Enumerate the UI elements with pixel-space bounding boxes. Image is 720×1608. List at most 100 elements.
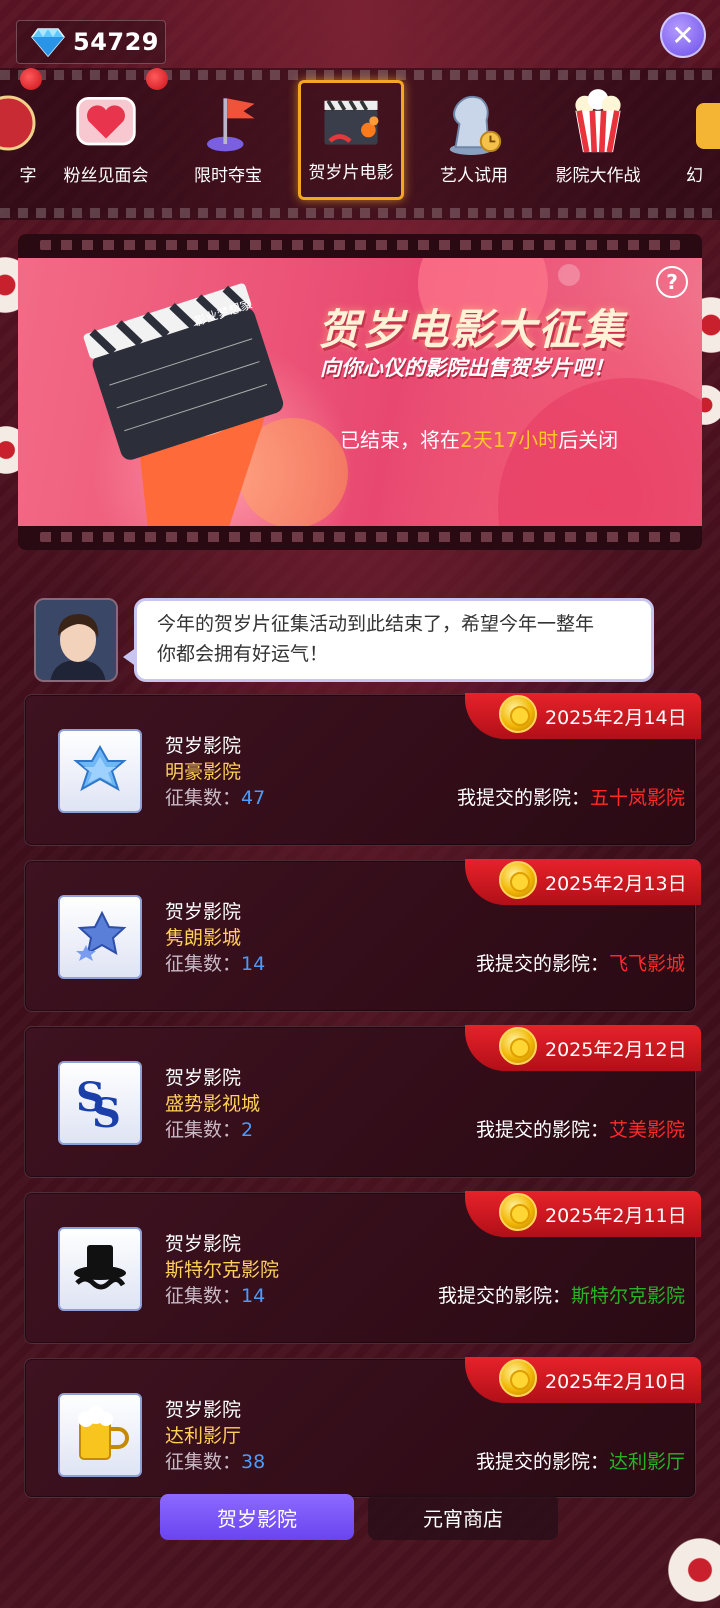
date-ribbon: 2025年2月11日: [465, 1191, 701, 1237]
status-suffix: 后关闭: [558, 428, 619, 452]
tab-lantern-shop[interactable]: 元宵商店: [368, 1494, 558, 1540]
film-holes-bottom: [40, 532, 680, 542]
film-holes-top: [40, 240, 680, 250]
close-button[interactable]: ✕: [660, 12, 706, 58]
submit-value: 斯特尔克影院: [570, 1285, 685, 1307]
help-button[interactable]: ?: [656, 266, 688, 298]
category-label: 影院大作战: [555, 166, 641, 186]
close-icon: ✕: [671, 18, 695, 52]
count-value: 14: [241, 1285, 266, 1307]
tab-new-year-cinema[interactable]: 贺岁影院: [160, 1494, 354, 1540]
cinema-name: 隽朗影城: [165, 927, 242, 949]
collection-count: 征集数：14: [165, 1281, 265, 1308]
submitted-cinema: 我提交的影院：五十岚影院: [457, 783, 685, 810]
help-icon: ?: [666, 270, 678, 294]
date-ribbon: 2025年2月12日: [465, 1025, 701, 1071]
category-label: 艺人试用: [440, 166, 508, 186]
medal-icon: [499, 695, 537, 733]
category-label: 粉丝见面会: [63, 166, 149, 186]
medal-icon: [499, 861, 537, 899]
submit-value: 达利影厅: [608, 1451, 685, 1473]
submit-label: 我提交的影院：: [475, 1119, 609, 1141]
collection-count: 征集数：2: [165, 1115, 253, 1142]
submit-value: 飞飞影城: [608, 953, 685, 975]
submitted-cinema: 我提交的影院：斯特尔克影院: [438, 1281, 685, 1308]
cinema-logo-star-icon: [58, 729, 142, 813]
count-label: 征集数：: [165, 1451, 242, 1473]
card-date: 2025年2月11日: [545, 1204, 687, 1227]
card-date: 2025年2月13日: [545, 872, 687, 895]
banner-title: 贺岁电影大征集: [318, 305, 627, 354]
cinema-name: 明豪影院: [165, 761, 242, 783]
card-date: 2025年2月14日: [545, 706, 687, 729]
cinema-name: 斯特尔克影院: [165, 1259, 280, 1281]
event-banner: 影业梦想家 贺岁电影大征集 向你心仪的影院出售贺岁片吧！ 已结束，将在2天17小…: [18, 258, 702, 526]
flag-icon: [196, 91, 260, 155]
cinema-name: 盛势影视城: [165, 1093, 261, 1115]
diamond-icon: [31, 28, 65, 57]
cinema-name: 达利影厅: [165, 1425, 242, 1447]
clapperboard-hand-illustration: 影业梦想家: [83, 283, 284, 526]
date-ribbon: 2025年2月13日: [465, 859, 701, 905]
medal-icon: [499, 1359, 537, 1397]
banner-subtitle: 向你心仪的影院出售贺岁片吧！: [320, 356, 614, 380]
submit-value: 艾美影院: [608, 1119, 685, 1141]
count-value: 47: [241, 787, 266, 809]
cinema-record-card: 贺岁影院 明豪影院 征集数：47 我提交的影院：五十岚影院 2025年2月14日: [24, 693, 701, 846]
popcorn-icon: [566, 89, 630, 155]
cinema-record-card: S S 贺岁影院 盛势影视城 征集数：2 我提交的影院：艾美影院 2025年2月…: [24, 1025, 701, 1178]
count-label: 征集数：: [165, 953, 242, 975]
cinema-type: 贺岁影院: [165, 1233, 242, 1255]
chess-knight-icon: [442, 91, 506, 155]
decorative-flower: [660, 1530, 720, 1608]
cinema-logo-beer-icon: [58, 1393, 142, 1477]
card-date: 2025年2月10日: [545, 1370, 687, 1393]
count-label: 征集数：: [165, 1119, 242, 1141]
cinema-record-card: 贺岁影院 斯特尔克影院 征集数：14 我提交的影院：斯特尔克影院 2025年2月…: [24, 1191, 701, 1344]
strip-perforation-bottom: [0, 208, 720, 218]
cinema-logo-stars-icon: [58, 895, 142, 979]
gem-count: 54729: [73, 28, 159, 56]
submitted-cinema: 我提交的影院：飞飞影城: [476, 949, 685, 976]
cinema-logo-top-hat-icon: [58, 1227, 142, 1311]
category-item-new-year-film[interactable]: 贺岁片电影: [298, 80, 404, 200]
cinema-type: 贺岁影院: [165, 901, 242, 923]
count-label: 征集数：: [165, 1285, 242, 1307]
avatar: [34, 598, 118, 682]
category-item-cinema-battle[interactable]: 影院大作战: [538, 80, 658, 200]
medal-icon: [499, 1193, 537, 1231]
status-prefix: 已结束，将在: [340, 428, 460, 452]
npc-speech-bubble: 今年的贺岁片征集活动到此结束了，希望今年一整年 你都会拥有好运气！: [123, 598, 654, 682]
category-item-artist-trial[interactable]: 艺人试用: [414, 80, 534, 200]
speech-line-1: 今年的贺岁片征集活动到此结束了，希望今年一整年: [157, 613, 595, 635]
cinema-type: 贺岁影院: [165, 735, 242, 757]
submitted-cinema: 我提交的影院：艾美影院: [476, 1115, 685, 1142]
cinema-logo-ss-icon: S S: [58, 1061, 142, 1145]
clapperboard-icon: [319, 88, 383, 152]
category-label: 字: [19, 166, 37, 186]
collection-count: 征集数：14: [165, 949, 265, 976]
banner-status: 已结束，将在2天17小时后关闭: [340, 424, 618, 453]
category-item-partial-right[interactable]: 幻: [666, 80, 720, 200]
category-item-fan-meeting[interactable]: 粉丝见面会: [46, 80, 166, 200]
collection-count: 征集数：38: [165, 1447, 265, 1474]
count-value: 2: [241, 1119, 254, 1141]
heart-icon: [74, 91, 138, 155]
submit-label: 我提交的影院：: [475, 953, 609, 975]
submit-label: 我提交的影院：: [475, 1451, 609, 1473]
category-item-treasure[interactable]: 限时夺宝: [168, 80, 288, 200]
strip-perforation-top: [0, 70, 720, 80]
count-value: 14: [241, 953, 266, 975]
status-highlight: 2天17小时: [460, 428, 559, 452]
count-label: 征集数：: [165, 787, 242, 809]
collection-count: 征集数：47: [165, 783, 265, 810]
decorative-bubble: [558, 264, 580, 286]
card-date: 2025年2月12日: [545, 1038, 687, 1061]
count-value: 38: [241, 1451, 266, 1473]
submitted-cinema: 我提交的影院：达利影厅: [476, 1447, 685, 1474]
cinema-record-card: 贺岁影院 达利影厅 征集数：38 我提交的影院：达利影厅 2025年2月10日: [24, 1357, 701, 1498]
speech-line-2: 你都会拥有好运气！: [157, 643, 329, 665]
partial-icon: [0, 91, 40, 155]
svg-text:S: S: [92, 1090, 121, 1133]
cinema-type: 贺岁影院: [165, 1399, 242, 1421]
